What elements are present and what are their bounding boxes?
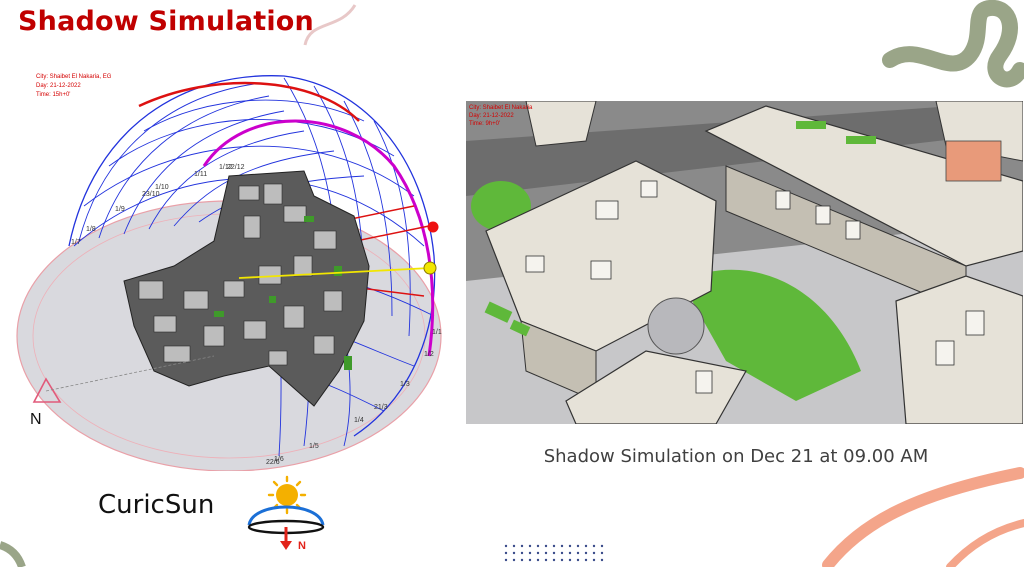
decorative-dot-grid — [504, 544, 604, 562]
right-info-time: Time: 9h+0' — [469, 121, 500, 127]
glass-dome — [647, 297, 705, 355]
shadow-render-figure: City: Shaibet El Nakaria Day: 21-12-2022… — [466, 101, 1023, 424]
date-tick: 1/3 — [400, 381, 410, 388]
date-tick: 1/6 — [274, 456, 284, 463]
date-tick: 1/1 — [432, 329, 442, 336]
north-label: N — [30, 411, 42, 428]
building-top-left — [525, 101, 597, 147]
figure-caption: Shadow Simulation on Dec 21 at 09.00 AM — [543, 446, 929, 467]
logo-label: CuricSun — [98, 490, 215, 520]
sun-path-red — [138, 81, 360, 122]
date-tick: 1/4 — [354, 417, 364, 424]
date-tick: 1/7 — [71, 239, 81, 246]
date-tick: 1/11 — [194, 171, 207, 178]
date-tick: 1/8 — [86, 226, 96, 233]
right-info-city: City: Shaibet El Nakaria — [469, 105, 533, 111]
slide: Shadow Simulation N City: Shaibet El Nak… — [0, 0, 1024, 567]
right-info-day: Day: 21-12-2022 — [469, 113, 514, 119]
left-info-day: Day: 21-12-2022 — [36, 83, 81, 89]
date-tick: 1/2 — [424, 351, 434, 358]
slide-title: Shadow Simulation — [18, 6, 314, 37]
left-info-time: Time: 15h+0' — [36, 92, 70, 98]
decorative-green-corner — [0, 541, 26, 567]
building-right — [895, 275, 1023, 424]
date-tick: 1/9 — [115, 206, 125, 213]
left-info-city: City: Shaibet El Nakaria, EG — [36, 74, 112, 80]
date-tick: 22/12 — [227, 164, 245, 171]
sun-marker-yellow — [423, 261, 437, 275]
curicsun-logo-icon: N — [243, 471, 328, 554]
decorative-salmon-swoosh — [822, 467, 1024, 567]
date-tick: 1/10 — [155, 184, 169, 191]
decorative-green-swoosh — [882, 0, 1024, 88]
logo-north-letter: N — [298, 540, 306, 552]
sun-marker-red — [427, 221, 439, 233]
orange-court — [945, 140, 1002, 182]
sun-path-dome-figure: N City: Shaibet El Nakaria, EG Day: 21-1… — [16, 74, 442, 471]
date-tick: 23/10 — [142, 191, 160, 198]
date-tick: 21/3 — [374, 404, 388, 411]
date-tick: 1/5 — [309, 443, 319, 450]
